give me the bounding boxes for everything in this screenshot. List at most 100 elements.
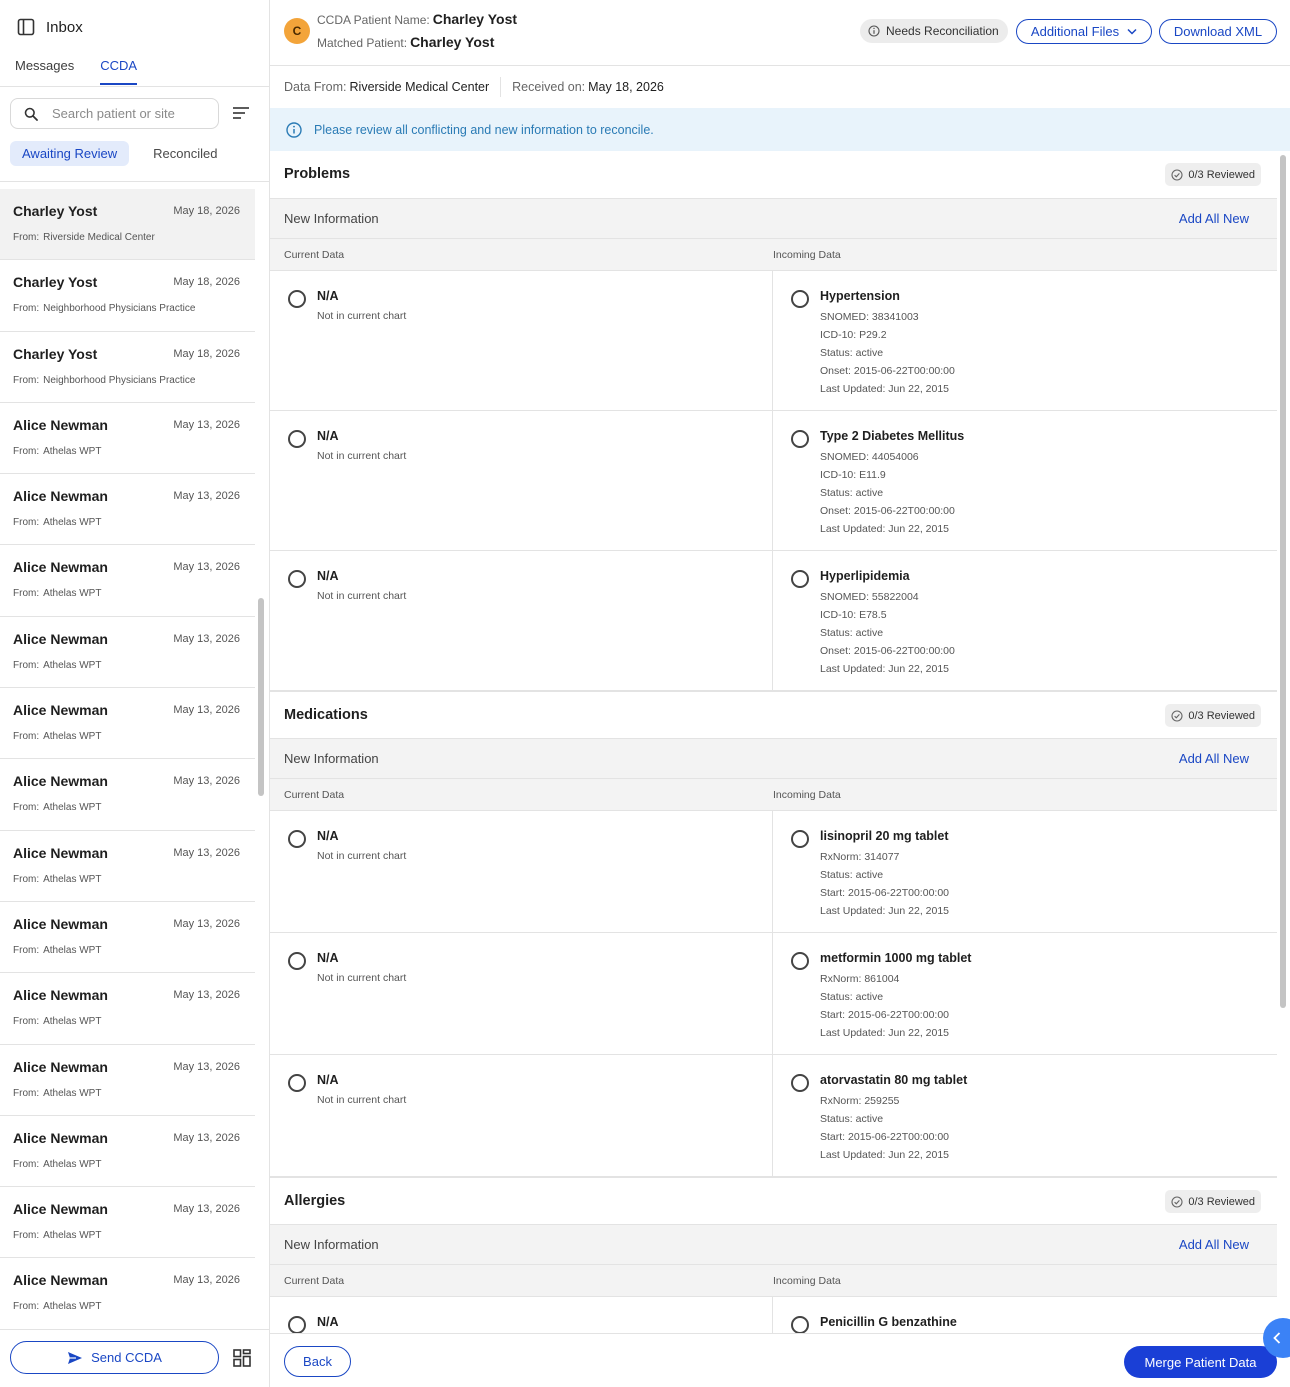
incoming-data-header: Incoming Data (773, 249, 841, 261)
section-header: Allergies 0/3 Reviewed (270, 1177, 1277, 1225)
list-item-from-value: Athelas WPT (43, 588, 102, 600)
list-item[interactable]: Charley Yost May 18, 2026 From: Neighborhoo… (0, 260, 255, 332)
current-data-subtitle: Not in current chart (317, 450, 407, 462)
list-item[interactable]: Alice Newman May 13, 2026 From: Athelas WPT (0, 1258, 255, 1329)
current-data-radio[interactable] (288, 1316, 306, 1333)
list-item-date: May 13, 2026 (173, 1203, 240, 1216)
additional-files-button[interactable]: Additional Files (1016, 19, 1152, 44)
column-divider (772, 1055, 773, 1176)
list-item[interactable]: Alice Newman May 13, 2026 From: Athelas WPT (0, 688, 255, 760)
send-ccda-button[interactable]: Send CCDA (10, 1341, 219, 1374)
incoming-data-radio[interactable] (791, 830, 809, 848)
list-item[interactable]: Alice Newman May 13, 2026 From: Athelas WPT (0, 973, 255, 1045)
list-item-from-label: From: (13, 517, 40, 529)
list-item[interactable]: Alice Newman May 13, 2026 From: Athelas WPT (0, 1045, 255, 1116)
list-item[interactable]: Alice Newman May 13, 2026 From: Athelas WPT (0, 545, 255, 617)
list-item-from-label: From: (13, 731, 40, 743)
list-item[interactable]: Charley Yost May 18, 2026 From: Riverside M… (0, 189, 255, 261)
list-item[interactable]: Alice Newman May 13, 2026 From: Athelas WPT (0, 759, 255, 831)
current-data-header: Current Data (284, 1275, 345, 1287)
list-item-from-value: Athelas WPT (43, 659, 102, 671)
incoming-data-title: Hyperlipidemia (820, 569, 910, 583)
list-item-date: May 18, 2026 (173, 205, 240, 217)
tab-ccda[interactable]: CCDA (100, 58, 138, 85)
current-data-radio[interactable] (288, 570, 306, 588)
search-input[interactable] (52, 106, 202, 121)
incoming-data-radio[interactable] (791, 952, 809, 970)
data-from-label: Data From: (284, 79, 347, 94)
list-item[interactable]: Alice Newman May 13, 2026 From: Athelas WPT (0, 474, 255, 546)
add-all-new-button[interactable]: Add All New (1179, 1237, 1249, 1252)
list-item[interactable]: Alice Newman May 13, 2026 From: Athelas WPT (0, 403, 255, 475)
incoming-data: atorvastatin 80 mg tablet RxNorm: 259255 S… (820, 1073, 967, 1164)
check-circle-icon (1171, 168, 1183, 181)
list-item-name: Alice Newman (13, 416, 108, 433)
current-data-radio[interactable] (288, 952, 306, 970)
list-item-name: Alice Newman (13, 844, 108, 861)
main-scrollbar[interactable] (1280, 155, 1286, 1008)
list-item-name: Alice Newman (13, 1272, 108, 1289)
search-box[interactable] (10, 98, 219, 129)
list-item-source: From: Neighborhood Physicians Practice (13, 303, 195, 314)
matched-patient-value: Charley Yost (410, 34, 495, 50)
grid-icon[interactable] (233, 1349, 251, 1367)
filter-lines-icon[interactable] (231, 104, 251, 122)
current-data-radio[interactable] (288, 830, 306, 848)
current-data-radio[interactable] (288, 290, 306, 308)
incoming-detail: Onset: 2015-06-22T00:00:00 (820, 645, 955, 657)
list-item-from-value: Athelas WPT (43, 873, 102, 885)
list-item-from-value: Athelas WPT (43, 1016, 102, 1028)
list-item-from-label: From: (13, 659, 40, 671)
merge-patient-data-button[interactable]: Merge Patient Data (1124, 1346, 1277, 1378)
list-item-date: May 13, 2026 (173, 1274, 240, 1287)
list-item-from-label: From: (13, 1158, 40, 1170)
incoming-data-radio[interactable] (791, 570, 809, 588)
sidebar-scrollbar[interactable] (258, 598, 264, 796)
download-xml-button[interactable]: Download XML (1159, 19, 1277, 44)
list-item[interactable]: Charley Yost May 18, 2026 From: Neighborhoo… (0, 332, 255, 403)
list-item[interactable]: Alice Newman May 13, 2026 From: Athelas WPT (0, 617, 255, 689)
current-data-radio[interactable] (288, 430, 306, 448)
list-item-source: From: Athelas WPT (13, 874, 101, 885)
list-item-source: From: Athelas WPT (13, 945, 101, 956)
incoming-data-radio[interactable] (791, 430, 809, 448)
check-circle-icon (1171, 1195, 1183, 1208)
incoming-data-radio[interactable] (791, 290, 809, 308)
matched-patient-label: Matched Patient: (317, 36, 408, 50)
received-on: Received on: May 18, 2026 (501, 80, 664, 94)
list-item[interactable]: Alice Newman May 13, 2026 From: Athelas WPT (0, 1116, 255, 1188)
sidebar-panel-icon[interactable] (17, 18, 35, 36)
incoming-detail: SNOMED: 55822004 (820, 591, 919, 603)
search-icon (24, 107, 38, 121)
filter-reconciled[interactable]: Reconciled (141, 141, 229, 166)
section-header: Medications 0/3 Reviewed (270, 691, 1277, 739)
incoming-data: metformin 1000 mg tablet RxNorm: 861004 St… (820, 951, 971, 1042)
list-item-date: May 13, 2026 (173, 490, 240, 503)
list-item[interactable]: Alice Newman May 13, 2026 From: Athelas WPT (0, 902, 255, 974)
incoming-detail: SNOMED: 38341003 (820, 311, 919, 323)
incoming-detail: Onset: 2015-06-22T00:00:00 (820, 365, 955, 377)
filter-awaiting-review[interactable]: Awaiting Review (10, 141, 130, 166)
incoming-data-header: Incoming Data (773, 1275, 841, 1287)
list-item[interactable]: Alice Newman May 13, 2026 From: Athelas WPT (0, 831, 255, 902)
current-data-title: N/A (317, 429, 339, 443)
incoming-detail: Status: active (820, 869, 884, 881)
current-data-radio[interactable] (288, 1074, 306, 1092)
add-all-new-button[interactable]: Add All New (1179, 751, 1249, 766)
incoming-data: Type 2 Diabetes Mellitus SNOMED: 44054006… (820, 429, 964, 538)
incoming-data-radio[interactable] (791, 1316, 809, 1333)
back-button[interactable]: Back (284, 1346, 351, 1377)
current-data-title: N/A (317, 289, 339, 303)
current-data-subtitle: Not in current chart (317, 850, 407, 862)
list-item-from-value: Athelas WPT (43, 1301, 102, 1313)
received-value: May 18, 2026 (588, 79, 664, 94)
current-data-header: Current Data (284, 249, 345, 261)
ccda-patient-name: CCDA Patient Name: Charley Yost (317, 11, 517, 27)
incoming-data-radio[interactable] (791, 1074, 809, 1092)
reconcile-row: N/A Not in current chart lisinopril 20 mg … (270, 811, 1277, 933)
add-all-new-button[interactable]: Add All New (1179, 211, 1249, 226)
tab-messages[interactable]: Messages (15, 58, 74, 85)
list-item-name: Alice Newman (13, 702, 108, 719)
column-headers: Current Data Incoming Data (270, 779, 1277, 811)
list-item[interactable]: Alice Newman May 13, 2026 From: Athelas WPT (0, 1187, 255, 1259)
